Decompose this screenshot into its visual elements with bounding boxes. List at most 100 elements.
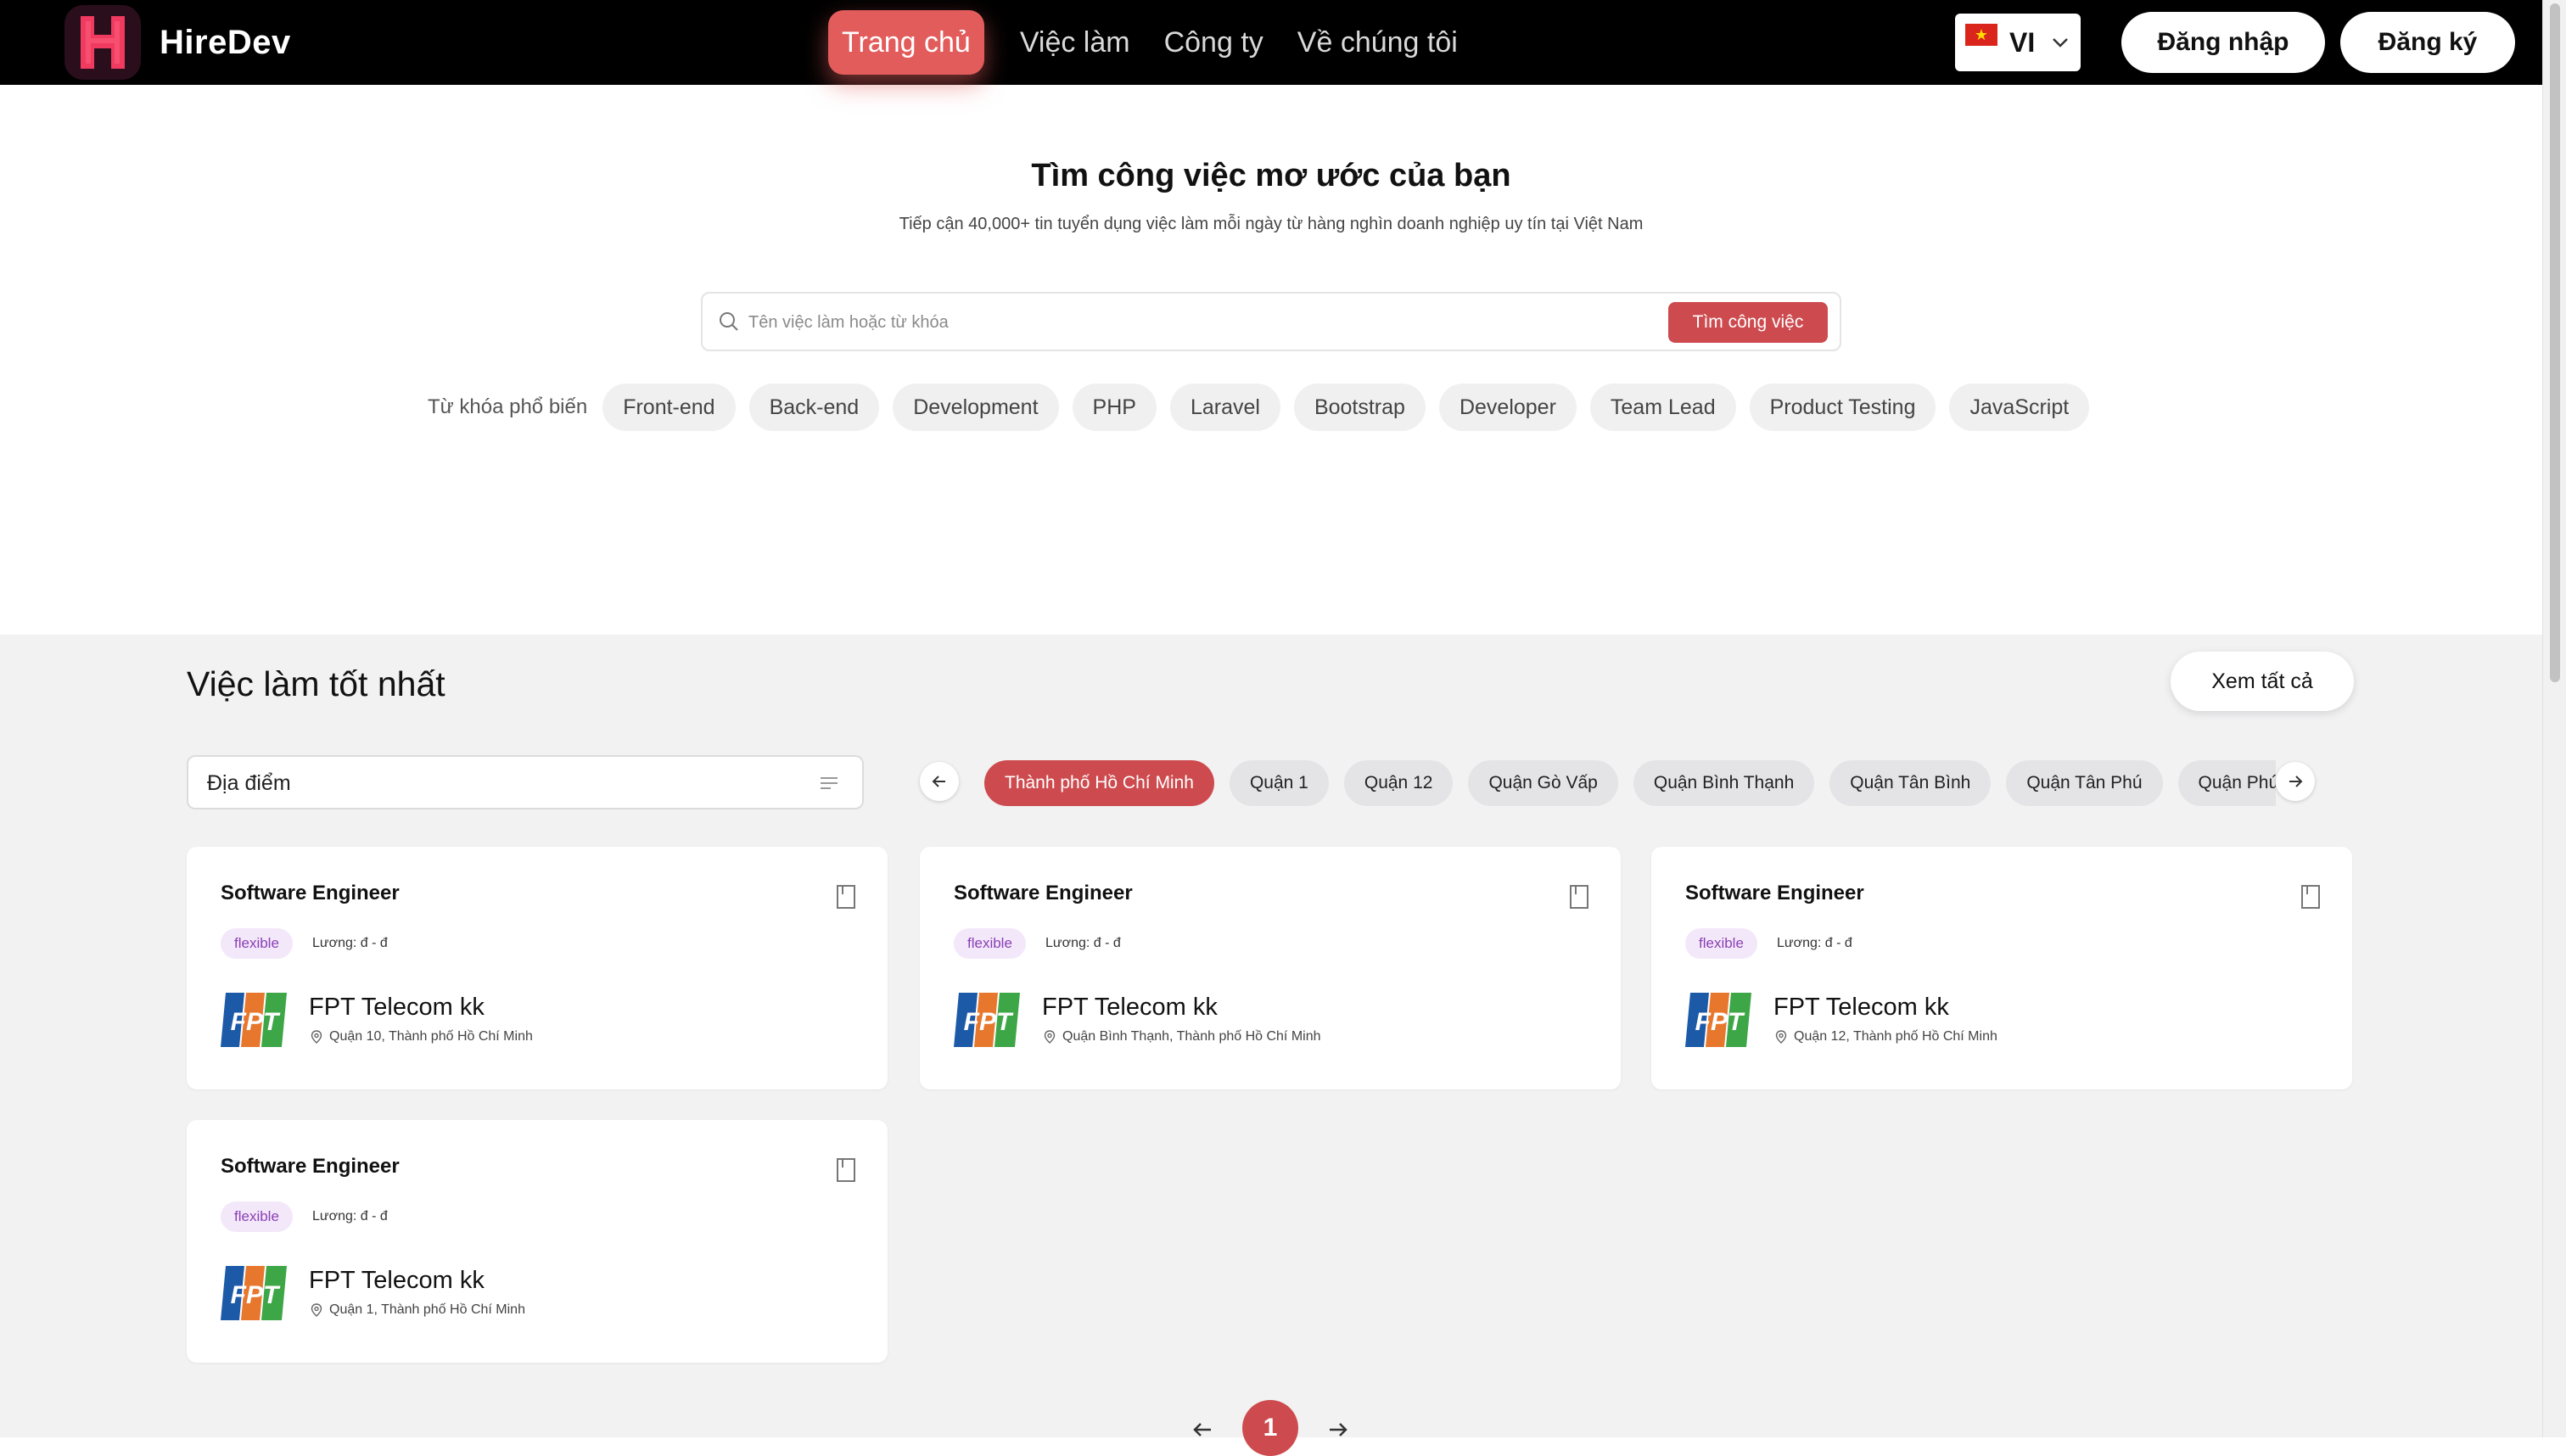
search-jobs-button[interactable]: Tìm công việc — [1668, 302, 1828, 343]
brand-name[interactable]: HireDev — [160, 19, 291, 66]
hero-subtitle: Tiếp cận 40,000+ tin tuyển dụng việc làm… — [899, 215, 1644, 233]
best-jobs-section: Việc làm tốt nhất Xem tất cả Địa điểm Th… — [0, 635, 2542, 1437]
svg-text:FPT: FPT — [1695, 1008, 1745, 1036]
job-card[interactable]: Software Engineer flexible Lương: đ - đ … — [187, 1120, 888, 1363]
location-filter-label: Địa điểm — [207, 771, 291, 795]
svg-text:FPT: FPT — [231, 1008, 281, 1036]
view-all-button[interactable]: Xem tất cả — [2171, 652, 2354, 711]
main-nav: Trang chủ Việc làm Công ty Về chúng tôi — [828, 10, 1475, 75]
language-select[interactable]: ★ VI — [1955, 14, 2081, 71]
pagination-page-current[interactable]: 1 — [1242, 1400, 1298, 1456]
map-pin-icon — [1044, 1030, 1056, 1044]
vietnam-flag-icon: ★ — [1965, 24, 1997, 46]
language-code: VI — [2009, 27, 2036, 58]
keyword-chip[interactable]: Development — [893, 384, 1059, 431]
company-name[interactable]: FPT Telecom kk — [1773, 993, 1949, 1022]
bookmark-icon[interactable] — [2300, 884, 2322, 910]
job-card[interactable]: Software Engineer flexible Lương: đ - đ … — [1651, 847, 2352, 1089]
keyword-chip[interactable]: Front-end — [602, 384, 736, 431]
location-chips: Thành phố Hồ Chí Minh Quận 1 Quận 12 Quận G… — [984, 760, 2276, 808]
locations-next-button[interactable] — [2276, 762, 2315, 801]
company-location: Quận 1, Thành phố Hồ Chí Minh — [311, 1302, 525, 1319]
bookmark-icon[interactable] — [835, 884, 857, 910]
location-filter-select[interactable]: Địa điểm — [187, 755, 864, 809]
hero-title: Tìm công việc mơ ước của bạn — [1031, 158, 1511, 193]
fpt-logo-icon: FPT — [1685, 993, 1751, 1047]
fpt-logo-icon: FPT — [221, 993, 287, 1047]
company-name[interactable]: FPT Telecom kk — [1042, 993, 1218, 1022]
fpt-logo-icon: FPT — [221, 1266, 287, 1320]
company-location-text: Quận 10, Thành phố Hồ Chí Minh — [329, 1029, 533, 1044]
fpt-logo-icon: FPT — [954, 993, 1020, 1047]
scrollbar-thumb[interactable] — [2550, 3, 2560, 682]
page-scrollbar[interactable] — [2542, 0, 2566, 1437]
company-location: Quận Bình Thạnh, Thành phố Hồ Chí Minh — [1044, 1028, 1321, 1045]
register-button[interactable]: Đăng ký — [2340, 12, 2515, 73]
salary-text: Lương: đ - đ — [312, 936, 388, 950]
arrow-right-icon — [2289, 776, 2303, 787]
popular-keywords-label: Từ khóa phổ biến — [428, 395, 588, 418]
job-title[interactable]: Software Engineer — [1685, 881, 1864, 906]
salary-text: Lương: đ - đ — [1045, 936, 1121, 950]
keyword-chip[interactable]: Laravel — [1169, 384, 1280, 431]
location-chip[interactable]: Quận Tân Phú — [2006, 760, 2163, 806]
map-pin-icon — [311, 1303, 322, 1317]
list-filter-icon — [821, 777, 838, 789]
keyword-chip[interactable]: Product Testing — [1749, 384, 1936, 431]
nav-about[interactable]: Về chúng tôi — [1280, 10, 1475, 75]
job-title[interactable]: Software Engineer — [221, 881, 400, 906]
svg-text:FPT: FPT — [231, 1281, 281, 1309]
job-search-input[interactable] — [747, 300, 1684, 344]
popular-keywords: Từ khóa phổ biến Front-end Back-end Deve… — [428, 384, 2103, 431]
job-card[interactable]: Software Engineer flexible Lương: đ - đ … — [920, 847, 1621, 1089]
salary-text: Lương: đ - đ — [312, 1209, 388, 1224]
keyword-chip[interactable]: Back-end — [748, 384, 880, 431]
company-location-text: Quận 1, Thành phố Hồ Chí Minh — [329, 1302, 525, 1317]
nav-jobs[interactable]: Việc làm — [1003, 10, 1147, 75]
bookmark-icon[interactable] — [835, 1157, 857, 1183]
company-location: Quận 10, Thành phố Hồ Chí Minh — [311, 1028, 533, 1045]
map-pin-icon — [311, 1030, 322, 1044]
locations-prev-button[interactable] — [920, 762, 959, 801]
login-button[interactable]: Đăng nhập — [2121, 12, 2325, 73]
job-type-tag: flexible — [221, 928, 293, 959]
arrow-left-icon — [932, 776, 945, 787]
location-chip[interactable]: Quận Tân Bình — [1829, 760, 1992, 806]
job-title[interactable]: Software Engineer — [954, 881, 1133, 906]
job-search-bar: Tìm công việc — [701, 292, 1841, 351]
keyword-chip[interactable]: JavaScript — [1949, 384, 2090, 431]
nav-home[interactable]: Trang chủ — [828, 10, 984, 75]
svg-text:FPT: FPT — [964, 1008, 1014, 1036]
salary-text: Lương: đ - đ — [1777, 936, 1852, 950]
keyword-chip[interactable]: Team Lead — [1589, 384, 1736, 431]
job-title[interactable]: Software Engineer — [221, 1154, 400, 1179]
job-card[interactable]: Software Engineer flexible Lương: đ - đ … — [187, 847, 888, 1089]
location-chip[interactable]: Quận Phú Nhuận — [2177, 760, 2276, 806]
pagination-next-icon[interactable] — [1325, 1417, 1351, 1442]
company-name[interactable]: FPT Telecom kk — [309, 1266, 485, 1295]
hiredev-logo-icon[interactable] — [64, 5, 141, 80]
location-chip[interactable]: Thành phố Hồ Chí Minh — [984, 760, 1214, 806]
search-icon — [720, 312, 738, 331]
nav-companies[interactable]: Công ty — [1147, 10, 1280, 75]
company-location-text: Quận Bình Thạnh, Thành phố Hồ Chí Minh — [1062, 1029, 1321, 1044]
top-navbar: HireDev Trang chủ Việc làm Công ty Về ch… — [0, 0, 2542, 85]
chevron-down-icon — [2053, 38, 2068, 48]
map-pin-icon — [1775, 1030, 1787, 1044]
section-title: Việc làm tốt nhất — [187, 664, 445, 703]
keyword-chip[interactable]: Bootstrap — [1293, 384, 1426, 431]
keyword-chip[interactable]: Developer — [1438, 384, 1577, 431]
job-type-tag: flexible — [221, 1201, 293, 1232]
company-name[interactable]: FPT Telecom kk — [309, 993, 485, 1022]
location-chip[interactable]: Quận 12 — [1343, 760, 1454, 806]
pagination-prev-icon[interactable] — [1190, 1417, 1215, 1442]
company-location-text: Quận 12, Thành phố Hồ Chí Minh — [1794, 1029, 1997, 1044]
location-chip[interactable]: Quận Bình Thạnh — [1633, 760, 1815, 806]
location-chip[interactable]: Quận Gò Vấp — [1468, 760, 1618, 806]
job-type-tag: flexible — [954, 928, 1026, 959]
job-type-tag: flexible — [1685, 928, 1757, 959]
bookmark-icon[interactable] — [1568, 884, 1590, 910]
company-location: Quận 12, Thành phố Hồ Chí Minh — [1775, 1028, 1997, 1045]
keyword-chip[interactable]: PHP — [1072, 384, 1157, 431]
location-chip[interactable]: Quận 1 — [1229, 760, 1329, 806]
